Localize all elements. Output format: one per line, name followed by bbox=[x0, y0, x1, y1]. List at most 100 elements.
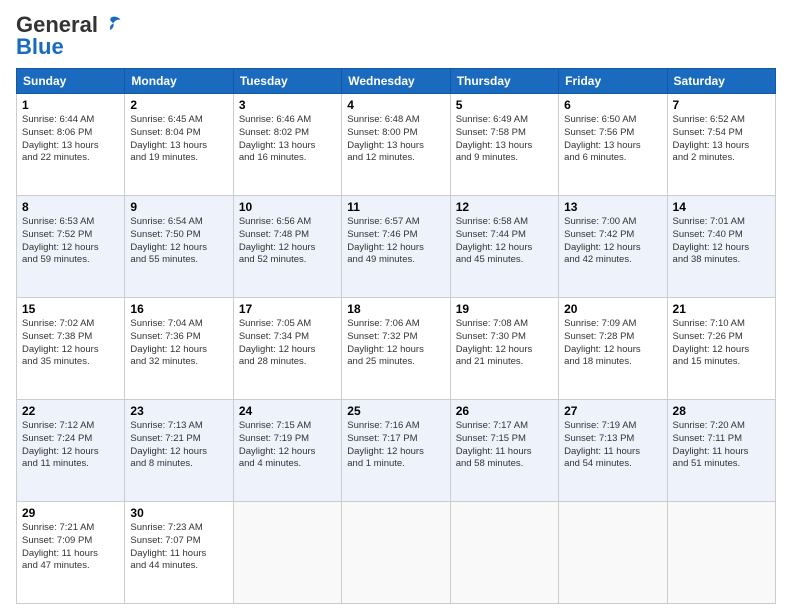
day-number-19: 19 bbox=[456, 302, 553, 316]
day-info-17: Sunrise: 7:05 AM Sunset: 7:34 PM Dayligh… bbox=[239, 318, 336, 369]
day-info-19: Sunrise: 7:08 AM Sunset: 7:30 PM Dayligh… bbox=[456, 318, 553, 369]
day-number-28: 28 bbox=[673, 404, 770, 418]
day-number-11: 11 bbox=[347, 200, 444, 214]
logo: General Blue bbox=[16, 12, 122, 60]
day-number-2: 2 bbox=[130, 98, 227, 112]
calendar-cell-4-2 bbox=[233, 502, 341, 604]
day-number-21: 21 bbox=[673, 302, 770, 316]
header-tuesday: Tuesday bbox=[233, 69, 341, 94]
day-number-13: 13 bbox=[564, 200, 661, 214]
calendar-cell-3-1: 23 Sunrise: 7:13 AM Sunset: 7:21 PM Dayli… bbox=[125, 400, 233, 502]
day-number-22: 22 bbox=[22, 404, 119, 418]
day-info-21: Sunrise: 7:10 AM Sunset: 7:26 PM Dayligh… bbox=[673, 318, 770, 369]
day-number-29: 29 bbox=[22, 506, 119, 520]
header-sunday: Sunday bbox=[17, 69, 125, 94]
day-info-29: Sunrise: 7:21 AM Sunset: 7:09 PM Dayligh… bbox=[22, 522, 119, 573]
day-info-28: Sunrise: 7:20 AM Sunset: 7:11 PM Dayligh… bbox=[673, 420, 770, 471]
day-number-27: 27 bbox=[564, 404, 661, 418]
day-info-24: Sunrise: 7:15 AM Sunset: 7:19 PM Dayligh… bbox=[239, 420, 336, 471]
day-info-18: Sunrise: 7:06 AM Sunset: 7:32 PM Dayligh… bbox=[347, 318, 444, 369]
calendar-week-1: 1 Sunrise: 6:44 AM Sunset: 8:06 PM Daylig… bbox=[17, 94, 776, 196]
day-info-9: Sunrise: 6:54 AM Sunset: 7:50 PM Dayligh… bbox=[130, 216, 227, 267]
calendar-cell-4-3 bbox=[342, 502, 450, 604]
day-number-3: 3 bbox=[239, 98, 336, 112]
day-info-4: Sunrise: 6:48 AM Sunset: 8:00 PM Dayligh… bbox=[347, 114, 444, 165]
day-info-3: Sunrise: 6:46 AM Sunset: 8:02 PM Dayligh… bbox=[239, 114, 336, 165]
day-info-5: Sunrise: 6:49 AM Sunset: 7:58 PM Dayligh… bbox=[456, 114, 553, 165]
calendar-cell-0-2: 3 Sunrise: 6:46 AM Sunset: 8:02 PM Daylig… bbox=[233, 94, 341, 196]
calendar-header-row: Sunday Monday Tuesday Wednesday Thursday… bbox=[17, 69, 776, 94]
day-info-1: Sunrise: 6:44 AM Sunset: 8:06 PM Dayligh… bbox=[22, 114, 119, 165]
day-number-4: 4 bbox=[347, 98, 444, 112]
calendar-cell-1-0: 8 Sunrise: 6:53 AM Sunset: 7:52 PM Daylig… bbox=[17, 196, 125, 298]
day-number-18: 18 bbox=[347, 302, 444, 316]
calendar-cell-0-4: 5 Sunrise: 6:49 AM Sunset: 7:58 PM Daylig… bbox=[450, 94, 558, 196]
calendar-week-2: 8 Sunrise: 6:53 AM Sunset: 7:52 PM Daylig… bbox=[17, 196, 776, 298]
header-monday: Monday bbox=[125, 69, 233, 94]
day-number-20: 20 bbox=[564, 302, 661, 316]
calendar-cell-1-2: 10Sunrise: 6:56 AM Sunset: 7:48 PM Dayli… bbox=[233, 196, 341, 298]
day-info-15: Sunrise: 7:02 AM Sunset: 7:38 PM Dayligh… bbox=[22, 318, 119, 369]
calendar-cell-2-1: 16 Sunrise: 7:04 AM Sunset: 7:36 PM Dayli… bbox=[125, 298, 233, 400]
calendar-cell-2-5: 20 Sunrise: 7:09 AM Sunset: 7:28 PM Dayli… bbox=[559, 298, 667, 400]
day-info-8: Sunrise: 6:53 AM Sunset: 7:52 PM Dayligh… bbox=[22, 216, 119, 267]
day-number-24: 24 bbox=[239, 404, 336, 418]
day-info-11: Sunrise: 6:57 AM Sunset: 7:46 PM Dayligh… bbox=[347, 216, 444, 267]
calendar-cell-2-6: 21 Sunrise: 7:10 AM Sunset: 7:26 PM Dayli… bbox=[667, 298, 775, 400]
logo-bird-icon bbox=[100, 14, 122, 36]
day-number-15: 15 bbox=[22, 302, 119, 316]
day-info-6: Sunrise: 6:50 AM Sunset: 7:56 PM Dayligh… bbox=[564, 114, 661, 165]
calendar-cell-4-5 bbox=[559, 502, 667, 604]
day-number-16: 16 bbox=[130, 302, 227, 316]
page: General Blue Sunday Monday Tuesday Wedne… bbox=[0, 0, 792, 612]
day-number-8: 8 bbox=[22, 200, 119, 214]
day-info-12: Sunrise: 6:58 AM Sunset: 7:44 PM Dayligh… bbox=[456, 216, 553, 267]
day-number-25: 25 bbox=[347, 404, 444, 418]
day-info-30: Sunrise: 7:23 AM Sunset: 7:07 PM Dayligh… bbox=[130, 522, 227, 573]
calendar-cell-4-4 bbox=[450, 502, 558, 604]
calendar-cell-2-0: 15 Sunrise: 7:02 AM Sunset: 7:38 PM Dayli… bbox=[17, 298, 125, 400]
calendar-cell-1-4: 12Sunrise: 6:58 AM Sunset: 7:44 PM Dayli… bbox=[450, 196, 558, 298]
header: General Blue bbox=[16, 12, 776, 60]
calendar-cell-4-1: 30 Sunrise: 7:23 AM Sunset: 7:07 PM Dayli… bbox=[125, 502, 233, 604]
calendar-cell-4-0: 29 Sunrise: 7:21 AM Sunset: 7:09 PM Dayli… bbox=[17, 502, 125, 604]
day-info-25: Sunrise: 7:16 AM Sunset: 7:17 PM Dayligh… bbox=[347, 420, 444, 471]
calendar-cell-2-4: 19 Sunrise: 7:08 AM Sunset: 7:30 PM Dayli… bbox=[450, 298, 558, 400]
day-info-13: Sunrise: 7:00 AM Sunset: 7:42 PM Dayligh… bbox=[564, 216, 661, 267]
calendar-cell-0-0: 1 Sunrise: 6:44 AM Sunset: 8:06 PM Daylig… bbox=[17, 94, 125, 196]
calendar-cell-1-5: 13 Sunrise: 7:00 AM Sunset: 7:42 PM Dayli… bbox=[559, 196, 667, 298]
calendar-cell-3-6: 28 Sunrise: 7:20 AM Sunset: 7:11 PM Dayli… bbox=[667, 400, 775, 502]
day-info-22: Sunrise: 7:12 AM Sunset: 7:24 PM Dayligh… bbox=[22, 420, 119, 471]
header-saturday: Saturday bbox=[667, 69, 775, 94]
calendar-cell-2-2: 17 Sunrise: 7:05 AM Sunset: 7:34 PM Dayli… bbox=[233, 298, 341, 400]
day-number-1: 1 bbox=[22, 98, 119, 112]
day-info-16: Sunrise: 7:04 AM Sunset: 7:36 PM Dayligh… bbox=[130, 318, 227, 369]
day-number-7: 7 bbox=[673, 98, 770, 112]
day-info-2: Sunrise: 6:45 AM Sunset: 8:04 PM Dayligh… bbox=[130, 114, 227, 165]
calendar-cell-3-2: 24 Sunrise: 7:15 AM Sunset: 7:19 PM Dayli… bbox=[233, 400, 341, 502]
calendar-cell-0-3: 4 Sunrise: 6:48 AM Sunset: 8:00 PM Daylig… bbox=[342, 94, 450, 196]
calendar-cell-1-3: 11 Sunrise: 6:57 AM Sunset: 7:46 PM Dayli… bbox=[342, 196, 450, 298]
day-number-6: 6 bbox=[564, 98, 661, 112]
calendar-cell-0-1: 2 Sunrise: 6:45 AM Sunset: 8:04 PM Daylig… bbox=[125, 94, 233, 196]
calendar-cell-3-4: 26Sunrise: 7:17 AM Sunset: 7:15 PM Dayli… bbox=[450, 400, 558, 502]
day-number-26: 26 bbox=[456, 404, 553, 418]
day-number-30: 30 bbox=[130, 506, 227, 520]
calendar-cell-3-0: 22 Sunrise: 7:12 AM Sunset: 7:24 PM Dayli… bbox=[17, 400, 125, 502]
day-info-14: Sunrise: 7:01 AM Sunset: 7:40 PM Dayligh… bbox=[673, 216, 770, 267]
day-info-27: Sunrise: 7:19 AM Sunset: 7:13 PM Dayligh… bbox=[564, 420, 661, 471]
header-friday: Friday bbox=[559, 69, 667, 94]
header-wednesday: Wednesday bbox=[342, 69, 450, 94]
day-info-20: Sunrise: 7:09 AM Sunset: 7:28 PM Dayligh… bbox=[564, 318, 661, 369]
calendar-cell-1-6: 14Sunrise: 7:01 AM Sunset: 7:40 PM Dayli… bbox=[667, 196, 775, 298]
day-info-10: Sunrise: 6:56 AM Sunset: 7:48 PM Dayligh… bbox=[239, 216, 336, 267]
day-number-17: 17 bbox=[239, 302, 336, 316]
calendar-cell-1-1: 9Sunrise: 6:54 AM Sunset: 7:50 PM Daylig… bbox=[125, 196, 233, 298]
calendar-week-5: 29 Sunrise: 7:21 AM Sunset: 7:09 PM Dayli… bbox=[17, 502, 776, 604]
day-number-5: 5 bbox=[456, 98, 553, 112]
calendar-table: Sunday Monday Tuesday Wednesday Thursday… bbox=[16, 68, 776, 604]
day-info-7: Sunrise: 6:52 AM Sunset: 7:54 PM Dayligh… bbox=[673, 114, 770, 165]
day-info-23: Sunrise: 7:13 AM Sunset: 7:21 PM Dayligh… bbox=[130, 420, 227, 471]
day-number-23: 23 bbox=[130, 404, 227, 418]
calendar-week-3: 15 Sunrise: 7:02 AM Sunset: 7:38 PM Dayli… bbox=[17, 298, 776, 400]
